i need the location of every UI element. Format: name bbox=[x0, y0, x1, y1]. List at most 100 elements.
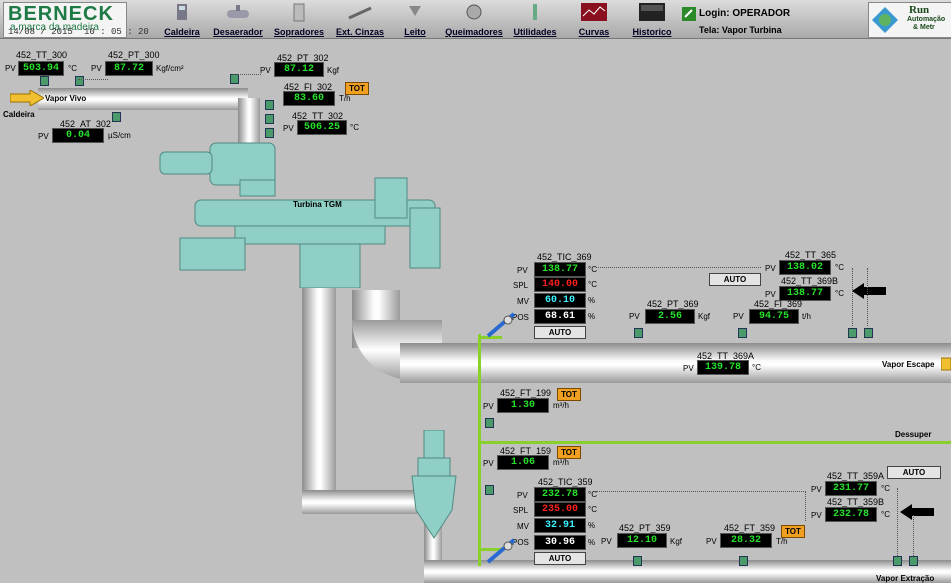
pt369-unit: Kgf bbox=[698, 312, 711, 321]
pt359-tag: 452_PT_359 bbox=[619, 523, 671, 533]
run-logo-sub1: Automação bbox=[907, 16, 946, 23]
tic369-pos-value[interactable]: 68.61 bbox=[534, 309, 586, 324]
nav-historico-button[interactable]: Historico bbox=[629, 2, 675, 37]
nav-label: Caldeira bbox=[164, 27, 200, 37]
pt300-tag: 452_PT_300 bbox=[108, 50, 160, 60]
pv-label: PV bbox=[260, 66, 271, 75]
pt369-tag: 452_PT_369 bbox=[647, 299, 699, 309]
tt359a-value[interactable]: 231.77 bbox=[825, 481, 877, 496]
pt300-value[interactable]: 87.72 bbox=[105, 61, 153, 76]
run-logo-title: Run bbox=[909, 4, 930, 16]
tic359-mv-value[interactable]: 32.91 bbox=[534, 518, 586, 533]
blower-icon bbox=[293, 3, 305, 22]
transmitter-icon bbox=[265, 100, 274, 110]
signal-line bbox=[596, 491, 806, 492]
transmitter-icon bbox=[485, 485, 494, 495]
burner-icon bbox=[466, 4, 482, 20]
login-status[interactable]: Login: OPERADOR bbox=[699, 8, 790, 19]
pv-label: PV bbox=[601, 537, 612, 546]
pt300-unit: Kgf/cm² bbox=[156, 64, 184, 73]
transmitter-icon bbox=[864, 328, 873, 338]
pt369-value[interactable]: 2.56 bbox=[645, 309, 695, 324]
signal-line bbox=[805, 491, 806, 521]
nav-utilidades-button[interactable]: Utilidades bbox=[511, 2, 559, 37]
tic369-auto-button[interactable]: AUTO bbox=[534, 326, 586, 339]
outlet-arrow-icon bbox=[941, 357, 951, 371]
dessuper-water-line bbox=[478, 441, 951, 444]
transmitter-icon bbox=[230, 74, 239, 84]
signal-line bbox=[596, 267, 761, 268]
ft359-unit: T/h bbox=[776, 537, 788, 546]
nav-label: Desaerador bbox=[213, 27, 263, 37]
tt369a-value[interactable]: 139.78 bbox=[697, 360, 749, 375]
fi369-unit: t/h bbox=[802, 312, 811, 321]
nav-sopradores-button[interactable]: Sopradores bbox=[272, 2, 326, 37]
mv-label: MV bbox=[517, 522, 529, 531]
nav-ext-cinzas-button[interactable]: Ext. Cinzas bbox=[334, 2, 386, 37]
at302-value[interactable]: 0.04 bbox=[52, 128, 104, 143]
bed-icon bbox=[409, 6, 421, 16]
pv-label: PV bbox=[283, 124, 294, 133]
boiler-icon bbox=[177, 4, 187, 20]
nav-label: Queimadores bbox=[445, 27, 503, 37]
tic369-mv-value[interactable]: 60.10 bbox=[534, 293, 586, 308]
tt365-value[interactable]: 138.02 bbox=[779, 260, 831, 275]
ft199-value[interactable]: 1.30 bbox=[497, 398, 549, 413]
tic359-auto-button[interactable]: AUTO bbox=[534, 552, 586, 565]
transmitter-icon bbox=[265, 128, 274, 138]
ft159-unit: m³/h bbox=[553, 458, 569, 467]
tt369-auto-button[interactable]: AUTO bbox=[709, 273, 761, 286]
tt359-auto-button[interactable]: AUTO bbox=[887, 466, 941, 479]
nav-curvas-button[interactable]: Curvas bbox=[576, 2, 612, 37]
tt365-tag: 452_TT_365 bbox=[785, 250, 837, 260]
turbine-tgm bbox=[159, 142, 441, 288]
nav-label: Leito bbox=[404, 27, 426, 37]
tic359-setpoint-value[interactable]: 235.00 bbox=[534, 502, 586, 517]
pv-label: PV bbox=[733, 312, 744, 321]
ft159-value[interactable]: 1.06 bbox=[497, 455, 549, 470]
tt302-value[interactable]: 506.25 bbox=[297, 120, 347, 135]
nav-label: Sopradores bbox=[273, 27, 324, 37]
pv-label: PV bbox=[629, 312, 640, 321]
nav-queimadores-button[interactable]: Queimadores bbox=[442, 2, 506, 37]
exhaust-pipe-main bbox=[302, 266, 336, 506]
tt359b-value[interactable]: 232.78 bbox=[825, 507, 877, 522]
nav-leito-button[interactable]: Leito bbox=[399, 2, 431, 37]
ft199-totalizer-button[interactable]: TOT bbox=[557, 388, 581, 401]
ash-extractor-icon bbox=[348, 6, 372, 20]
ft359-value[interactable]: 28.32 bbox=[720, 533, 772, 548]
signal-line bbox=[867, 268, 868, 326]
pt359-value[interactable]: 12.10 bbox=[617, 533, 667, 548]
tt300-value[interactable]: 503.94 bbox=[18, 61, 64, 76]
pt302-value[interactable]: 87.12 bbox=[274, 62, 324, 77]
pv-label: PV bbox=[517, 491, 528, 500]
tic369-tag: 452_TIC_369 bbox=[537, 252, 592, 262]
fi302-value[interactable]: 83.60 bbox=[283, 91, 335, 106]
transmitter-icon bbox=[633, 556, 642, 566]
pt302-unit: Kgf bbox=[327, 66, 340, 75]
pt359-unit: Kgf bbox=[670, 537, 683, 546]
fi369-tag: 452_FI_369 bbox=[754, 299, 803, 309]
fi369-value[interactable]: 94.75 bbox=[749, 309, 799, 324]
tt369a-unit: °C bbox=[752, 363, 761, 372]
tic359-pv-value[interactable]: 232.78 bbox=[534, 487, 586, 502]
tic369-pv-value[interactable]: 138.77 bbox=[534, 262, 586, 277]
top-toolbar: BERNECK a marca da madeira 14/08 / 2015 … bbox=[0, 0, 951, 39]
tic359-pos-value[interactable]: 30.96 bbox=[534, 535, 586, 550]
escape-steam-pipe bbox=[400, 343, 951, 383]
transmitter-icon bbox=[75, 76, 84, 86]
ft199-tag: 452_FT_199 bbox=[500, 388, 552, 398]
trend-curves-icon bbox=[581, 3, 607, 21]
tic369-setpoint-value[interactable]: 140.00 bbox=[534, 277, 586, 292]
vapor-extracao-label: Vapor Extração bbox=[876, 574, 935, 583]
transmitter-icon bbox=[848, 328, 857, 338]
signal-line bbox=[233, 74, 261, 75]
nav-caldeira-button[interactable]: Caldeira bbox=[162, 2, 202, 37]
transmitter-icon bbox=[738, 328, 747, 338]
transmitter-icon bbox=[112, 112, 121, 122]
caldeira-label: Caldeira bbox=[3, 110, 35, 119]
nav-desaerador-button[interactable]: Desaerador bbox=[211, 2, 265, 37]
at302-unit: µS/cm bbox=[108, 131, 131, 140]
time-display: 10 : 05 : 20 bbox=[84, 27, 149, 37]
ft199-unit: m³/h bbox=[553, 401, 569, 410]
